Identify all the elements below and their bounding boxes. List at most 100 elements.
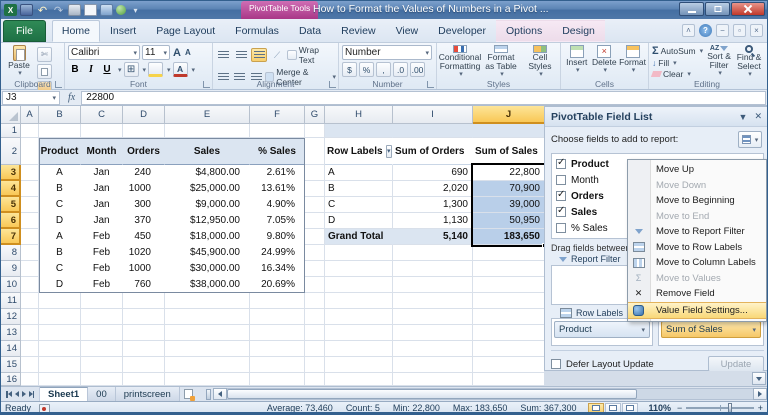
cell-D14[interactable] [123,341,165,357]
minimize-ribbon-icon[interactable]: ˄ [682,24,695,37]
help-icon[interactable]: ? [699,24,712,37]
field-checkbox[interactable] [556,189,566,201]
cell-D13[interactable] [123,325,165,341]
cell-A12[interactable] [21,309,39,325]
cell-F16[interactable] [250,373,305,386]
cell-B1[interactable] [39,124,81,138]
cell-B4[interactable]: B [39,181,81,197]
cell-I1[interactable] [393,124,473,138]
cell-H11[interactable] [325,293,393,309]
cell-J7[interactable]: 183,650 [473,229,544,245]
cell-A8[interactable] [21,245,39,261]
cut-icon[interactable]: ✄ [37,47,52,62]
menu-item-move-to-report-filter[interactable]: Move to Report Filter [628,224,766,240]
defer-layout-checkbox[interactable] [551,359,561,369]
cell-B10[interactable]: D [39,277,81,293]
insert-cells-button[interactable]: Insert ▾ [564,45,590,78]
field-checkbox[interactable] [556,175,566,185]
cell-G7[interactable] [305,229,325,245]
cell-F12[interactable] [250,309,305,325]
cell-E10[interactable]: $38,000.00 [165,277,250,293]
cell-I5[interactable]: 1,300 [393,197,473,213]
cell-E5[interactable]: $9,000.00 [165,197,250,213]
cell-C7[interactable]: Feb [81,229,123,245]
pane-menu-icon[interactable]: ▼ [739,112,748,122]
cell-F6[interactable]: 7.05% [250,213,305,229]
cell-J11[interactable] [473,293,544,309]
cell-B16[interactable] [39,373,81,386]
cell-A5[interactable] [21,197,39,213]
cell-A6[interactable] [21,213,39,229]
cell-E9[interactable]: $30,000.00 [165,261,250,277]
column-header-C[interactable]: C [81,106,123,124]
tab-review[interactable]: Review [331,20,385,42]
cell-J2[interactable]: Sum of Sales [473,138,544,165]
values-area[interactable]: Sum of Sales ▾ [658,318,764,346]
cell-E11[interactable] [165,293,250,309]
shrink-font-icon[interactable]: A [184,47,192,58]
cell-I15[interactable] [393,357,473,373]
clear-button[interactable]: Clear ▾ [650,69,703,79]
copy-icon[interactable] [37,64,52,79]
cell-F3[interactable]: 2.61% [250,165,305,181]
cell-G11[interactable] [305,293,325,309]
tab-data[interactable]: Data [289,20,331,42]
cell-G16[interactable] [305,373,325,386]
cell-E6[interactable]: $12,950.00 [165,213,250,229]
row-field-button[interactable]: Product ▾ [554,321,650,338]
pane-layout-button[interactable]: ▾ [738,131,762,148]
delete-cells-button[interactable]: × Delete ▾ [592,45,618,78]
cell-C9[interactable]: Feb [81,261,123,277]
tab-split-handle[interactable] [205,388,211,400]
field-checkbox[interactable] [556,157,566,169]
column-header-D[interactable]: D [123,106,165,124]
hscroll-thumb[interactable] [226,389,638,399]
row-header-10[interactable]: 10 [1,277,21,293]
cell-D8[interactable]: 1020 [123,245,165,261]
cell-H5[interactable]: C [325,197,393,213]
cell-A11[interactable] [21,293,39,309]
cell-B7[interactable]: A [39,229,81,245]
save-icon[interactable] [20,4,33,16]
cell-D7[interactable]: 450 [123,229,165,245]
tab-design[interactable]: Design [552,20,605,42]
workbook-restore-icon[interactable]: ▫ [733,24,746,37]
cell-J10[interactable] [473,277,544,293]
cell-J13[interactable] [473,325,544,341]
row-header-2[interactable]: 2 [1,138,21,165]
cell-H3[interactable]: A [325,165,393,181]
bottom-align-icon[interactable] [251,48,268,62]
first-sheet-icon[interactable] [6,390,12,398]
cell-A1[interactable] [21,124,39,138]
cell-H16[interactable] [325,373,393,386]
clipboard-dialog-launcher-icon[interactable] [55,81,62,88]
tab-page-layout[interactable]: Page Layout [146,20,225,42]
last-sheet-icon[interactable] [28,390,34,398]
workbook-minimize-icon[interactable]: − [716,24,729,37]
cell-E15[interactable] [165,357,250,373]
menu-item-move-down[interactable]: Move Down [628,178,766,194]
decrease-decimal-icon[interactable]: .00 [410,62,425,77]
cell-I14[interactable] [393,341,473,357]
cell-F7[interactable]: 9.80% [250,229,305,245]
workbook-close-icon[interactable]: × [750,24,763,37]
underline-button[interactable]: U [100,63,114,77]
cell-G5[interactable] [305,197,325,213]
cell-E12[interactable] [165,309,250,325]
values-field-button[interactable]: Sum of Sales ▾ [661,321,761,338]
menu-item-move-to-beginning[interactable]: Move to Beginning [628,193,766,209]
cell-H2[interactable]: Row Labels ▾ [325,138,393,165]
row-header-5[interactable]: 5 [1,197,21,213]
row-header-16[interactable]: 16 [1,373,21,386]
column-header-I[interactable]: I [393,106,473,124]
insert-worksheet-tab[interactable] [180,387,198,401]
cell-D11[interactable] [123,293,165,309]
cell-A15[interactable] [21,357,39,373]
tab-options[interactable]: Options [496,20,553,42]
format-as-table-button[interactable]: Format as Table ▾ [482,45,520,78]
redo-icon[interactable]: ↷ [52,4,65,17]
number-format-select[interactable]: Number ▾ [342,45,432,60]
tab-home[interactable]: Home [51,20,100,42]
cell-J1[interactable] [473,124,544,138]
cell-A16[interactable] [21,373,39,386]
